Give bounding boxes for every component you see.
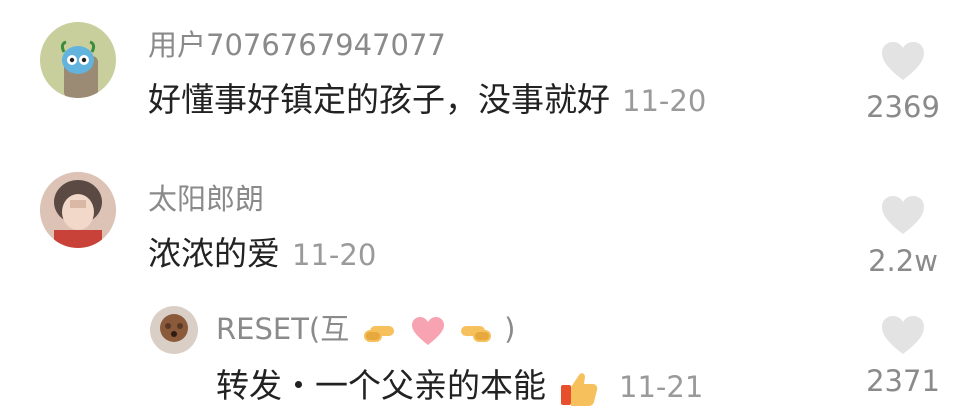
reply-item: RESET(互 ) 转发・一个父亲的本能 11-21 2371 (0, 0, 960, 419)
heart-emoji (411, 317, 444, 345)
thumbs-up-emoji (560, 372, 597, 406)
like-count: 2371 (866, 364, 940, 398)
pointing-right-hand-emoji (364, 326, 395, 342)
reply-date: 11-21 (619, 370, 704, 404)
avatar[interactable] (150, 306, 198, 354)
reply-body: 转发・一个父亲的本能 (216, 366, 546, 405)
heart-outline-icon (882, 316, 924, 354)
pointing-left-hand-emoji (460, 326, 491, 342)
reply-username[interactable]: RESET(互 ) (216, 312, 515, 347)
reply-text: 转发・一个父亲的本能 11-21 (216, 366, 703, 407)
reply-username-suffix: ) (504, 312, 516, 346)
like-button[interactable]: 2371 (848, 314, 958, 398)
reply-username-text: RESET(互 (216, 312, 350, 346)
